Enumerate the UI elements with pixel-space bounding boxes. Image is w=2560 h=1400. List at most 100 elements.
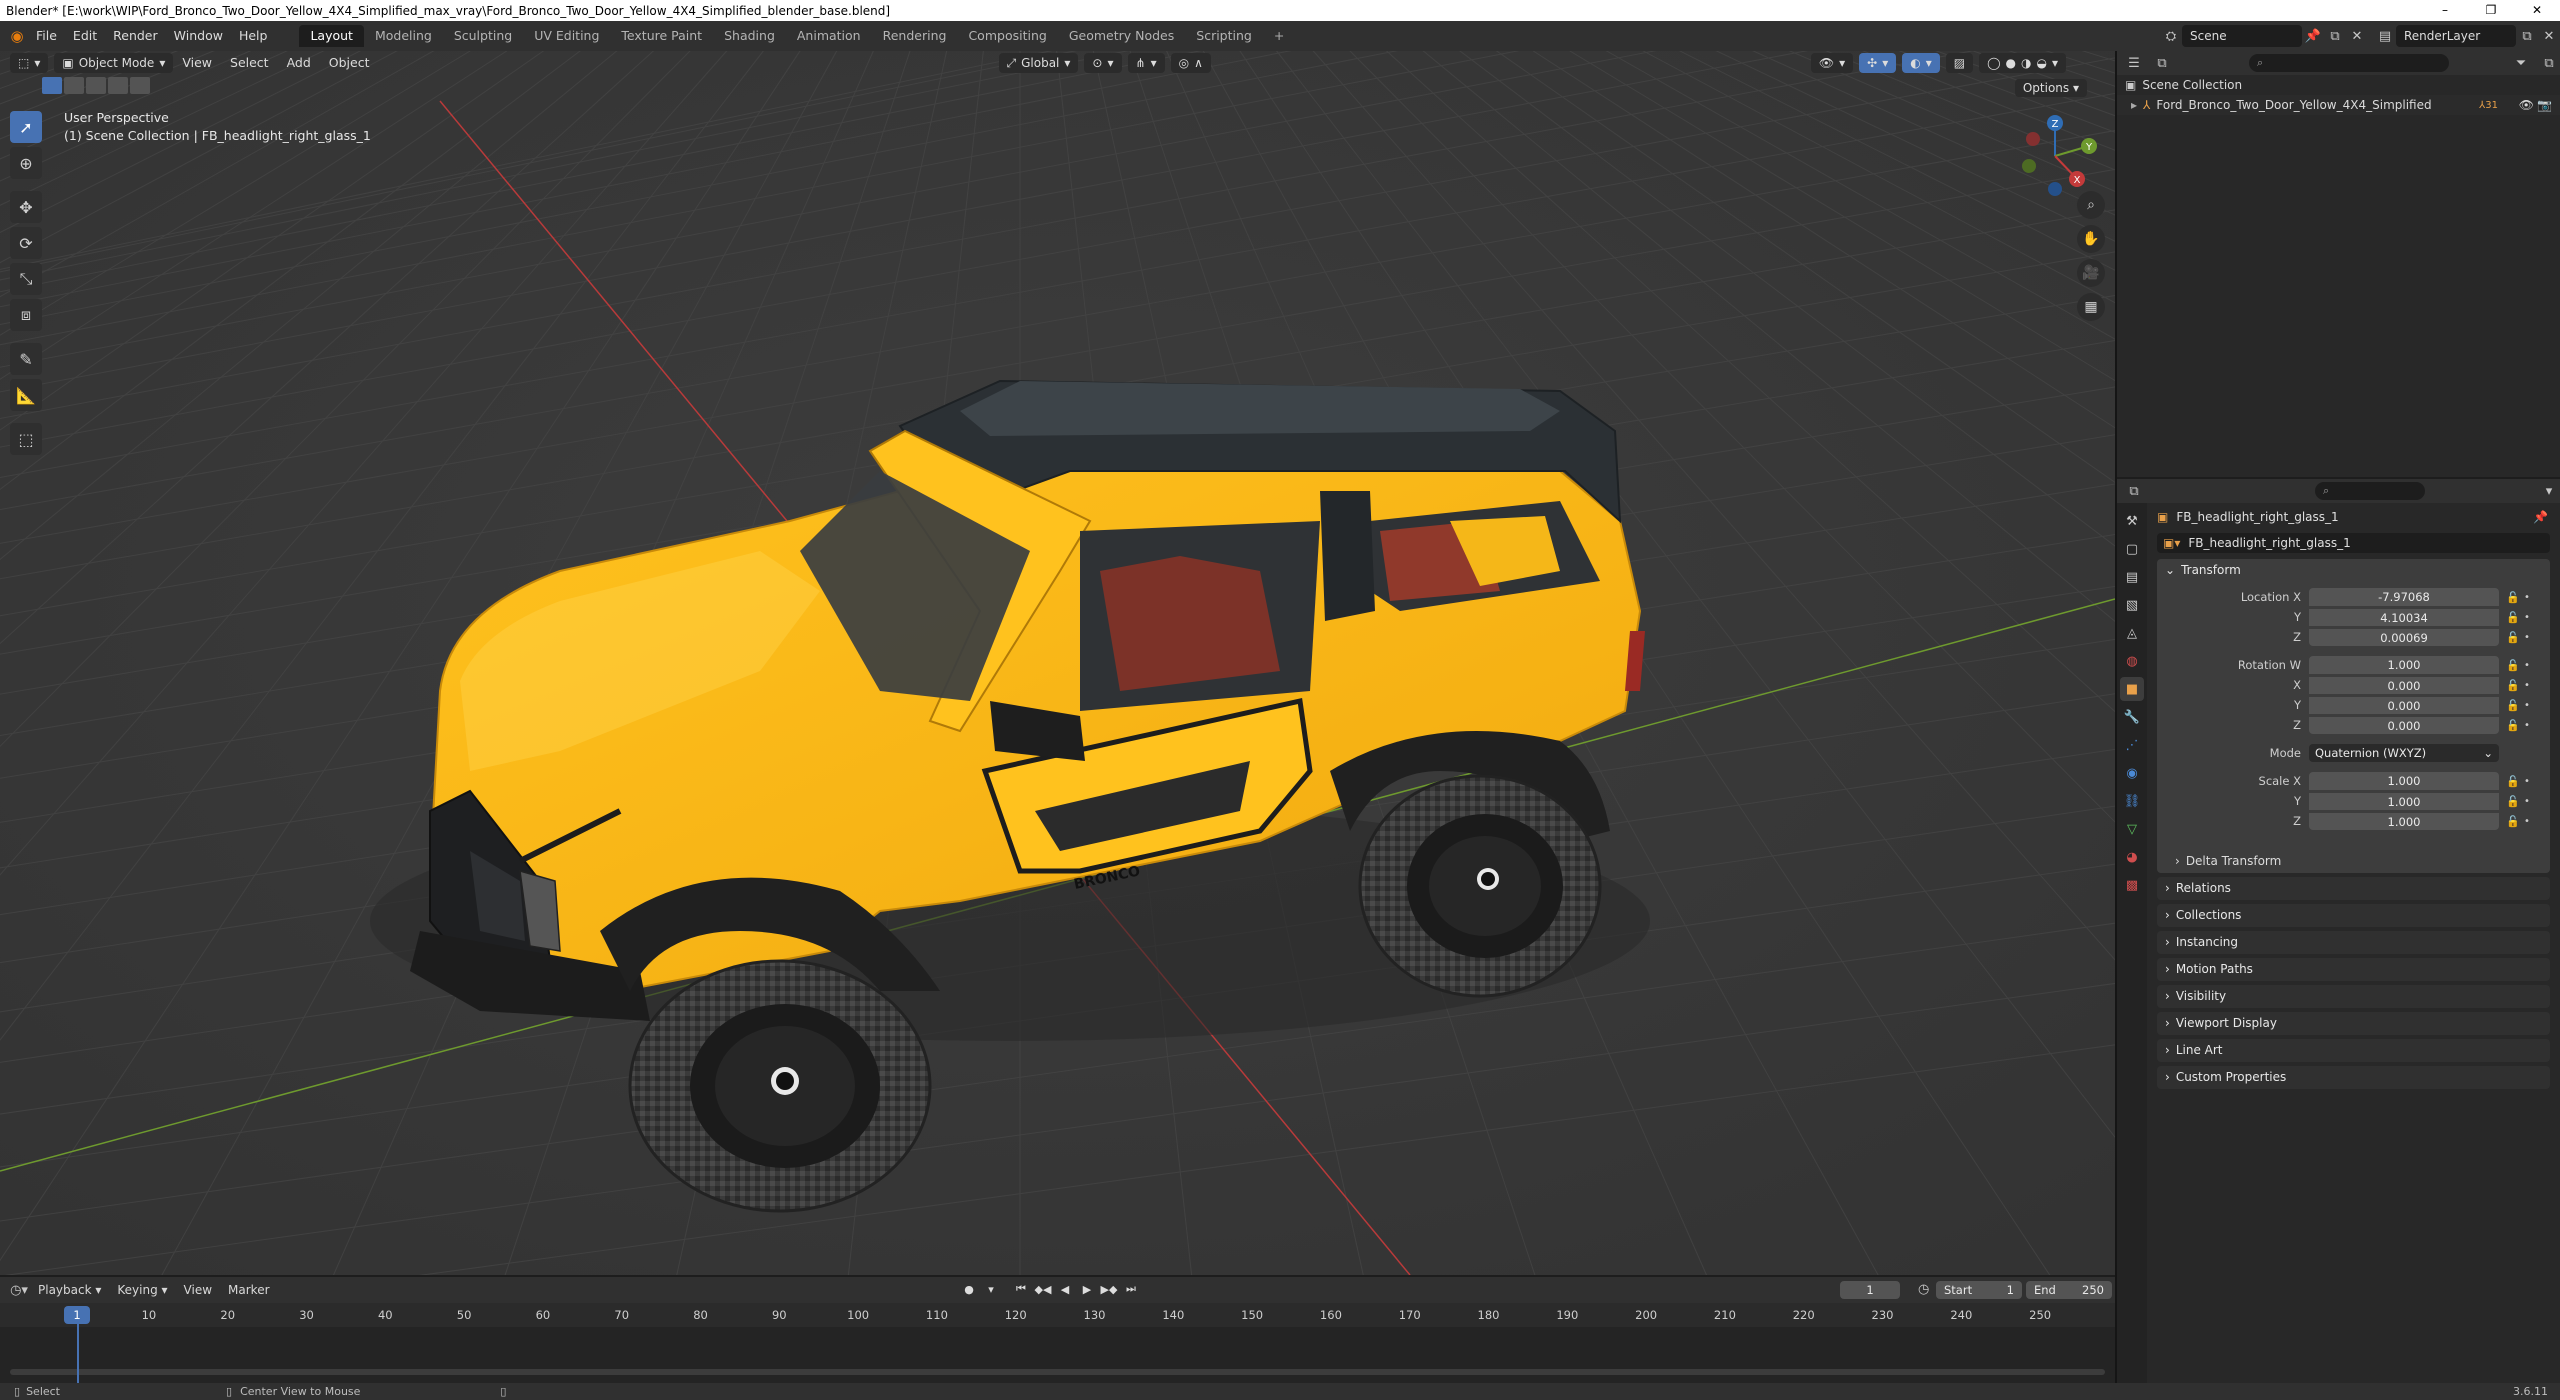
keyframe-dot-icon[interactable]: • bbox=[2521, 612, 2533, 623]
gizmo-neg-y[interactable] bbox=[2022, 159, 2036, 173]
transform-orientation-dropdown[interactable]: ⤢ Global ▾ bbox=[998, 53, 1079, 73]
visibility-panel[interactable]: › Visibility bbox=[2157, 985, 2550, 1007]
menu-window[interactable]: Window bbox=[166, 21, 231, 51]
properties-search-input[interactable]: ⌕ bbox=[2315, 482, 2425, 500]
timeline-editor-icon[interactable]: ◷▾ bbox=[8, 1279, 30, 1301]
lock-icon[interactable]: 🔓 bbox=[2505, 699, 2521, 712]
tab-modeling[interactable]: Modeling bbox=[364, 25, 443, 47]
object-menu[interactable]: Object bbox=[320, 51, 379, 75]
tab-render[interactable]: ▢ bbox=[2120, 537, 2144, 561]
gizmo-neg-x[interactable] bbox=[2026, 132, 2040, 146]
select-extend-button[interactable] bbox=[64, 77, 84, 94]
keyframe-dot-icon[interactable]: • bbox=[2521, 796, 2533, 807]
marker-menu[interactable]: Marker bbox=[220, 1283, 277, 1297]
jump-start-button[interactable]: ⏮ bbox=[1012, 1280, 1030, 1298]
rotation-z-field[interactable]: 0.000 bbox=[2309, 716, 2499, 734]
render-layer-field[interactable]: RenderLayer bbox=[2396, 25, 2516, 47]
visibility-dropdown[interactable]: 👁 ▾ bbox=[1810, 53, 1854, 73]
playback-menu[interactable]: Playback ▾ bbox=[30, 1283, 109, 1297]
outliner-row-scene-collection[interactable]: ▣ Scene Collection bbox=[2117, 75, 2560, 95]
end-frame-field[interactable]: End 250 bbox=[2026, 1281, 2112, 1299]
lock-icon[interactable]: 🔓 bbox=[2505, 659, 2521, 672]
menu-file[interactable]: File bbox=[28, 21, 65, 51]
menu-help[interactable]: Help bbox=[231, 21, 276, 51]
scale-x-field[interactable]: 1.000 bbox=[2309, 772, 2499, 790]
rotation-w-field[interactable]: 1.000 bbox=[2309, 656, 2499, 674]
transform-tool[interactable]: ⧈ bbox=[10, 299, 42, 331]
keyframe-dot-icon[interactable]: • bbox=[2521, 680, 2533, 691]
start-frame-field[interactable]: Start 1 bbox=[1936, 1281, 2022, 1299]
tab-constraints[interactable]: ⛓ bbox=[2120, 789, 2144, 813]
outliner-row-object[interactable]: ▸ ⅄ Ford_Bronco_Two_Door_Yellow_4X4_Simp… bbox=[2117, 95, 2560, 115]
tab-particles[interactable]: ⋰ bbox=[2120, 733, 2144, 757]
tab-layout[interactable]: Layout bbox=[299, 25, 364, 47]
cursor-tool[interactable]: ⊕ bbox=[10, 147, 42, 179]
relations-panel[interactable]: › Relations bbox=[2157, 877, 2550, 899]
maximize-button[interactable]: ❐ bbox=[2468, 0, 2514, 21]
select-invert-button[interactable] bbox=[108, 77, 128, 94]
tab-data[interactable]: ▽ bbox=[2120, 817, 2144, 841]
keyframe-dot-icon[interactable]: • bbox=[2521, 776, 2533, 787]
expand-arrow-icon[interactable]: ▸ bbox=[2131, 98, 2137, 112]
rotate-tool[interactable]: ⟳ bbox=[10, 227, 42, 259]
tab-world[interactable]: ◍ bbox=[2120, 649, 2144, 673]
delete-scene-icon[interactable]: ✕ bbox=[2346, 25, 2368, 47]
rotation-y-field[interactable]: 0.000 bbox=[2309, 696, 2499, 714]
lock-icon[interactable]: 🔓 bbox=[2505, 795, 2521, 808]
transform-panel-header[interactable]: ⌄ Transform bbox=[2157, 559, 2550, 581]
tab-texture[interactable]: ▩ bbox=[2120, 873, 2144, 897]
tab-animation[interactable]: Animation bbox=[786, 25, 872, 47]
next-keyframe-button[interactable]: ▶◆ bbox=[1100, 1280, 1118, 1298]
tab-tool[interactable]: ⚒ bbox=[2120, 509, 2144, 533]
location-y-field[interactable]: 4.10034 bbox=[2309, 608, 2499, 626]
delete-layer-icon[interactable]: ✕ bbox=[2538, 25, 2560, 47]
collections-panel[interactable]: › Collections bbox=[2157, 904, 2550, 926]
editor-type-button[interactable]: ⬚ ▾ bbox=[10, 53, 49, 73]
new-layer-icon[interactable]: ⧉ bbox=[2516, 25, 2538, 47]
keyframe-dot-icon[interactable]: • bbox=[2521, 700, 2533, 711]
select-intersect-button[interactable] bbox=[130, 77, 150, 94]
rotation-x-field[interactable]: 0.000 bbox=[2309, 676, 2499, 694]
custom-properties-panel[interactable]: › Custom Properties bbox=[2157, 1066, 2550, 1088]
annotate-tool[interactable]: ✎ bbox=[10, 343, 42, 375]
blender-logo-icon[interactable]: ◉ bbox=[6, 25, 28, 47]
tab-modifiers[interactable]: 🔧 bbox=[2120, 705, 2144, 729]
location-x-field[interactable]: -7.97068 bbox=[2309, 588, 2499, 606]
rotation-mode-dropdown[interactable]: Quaternion (WXYZ) ⌄ bbox=[2309, 744, 2499, 762]
keyframe-dot-icon[interactable]: • bbox=[2521, 660, 2533, 671]
prev-keyframe-button[interactable]: ◆◀ bbox=[1034, 1280, 1052, 1298]
object-name-field[interactable]: ▣▾ FB_headlight_right_glass_1 bbox=[2157, 533, 2550, 553]
select-subtract-button[interactable] bbox=[86, 77, 106, 94]
tab-shading[interactable]: Shading bbox=[713, 25, 786, 47]
viewport-display-panel[interactable]: › Viewport Display bbox=[2157, 1012, 2550, 1034]
line-art-panel[interactable]: › Line Art bbox=[2157, 1039, 2550, 1061]
view-menu[interactable]: View bbox=[173, 51, 221, 75]
keying-menu[interactable]: Keying ▾ bbox=[109, 1283, 175, 1297]
object-mode-dropdown[interactable]: ▣ Object Mode ▾ bbox=[54, 53, 174, 73]
keyframe-dot-icon[interactable]: • bbox=[2521, 816, 2533, 827]
gizmo-toggle[interactable]: ✣ ▾ bbox=[1859, 53, 1897, 73]
lock-icon[interactable]: 🔓 bbox=[2505, 815, 2521, 828]
pin-icon[interactable]: 📌 bbox=[2533, 510, 2548, 524]
tab-compositing[interactable]: Compositing bbox=[957, 25, 1057, 47]
add-workspace-button[interactable]: + bbox=[1263, 25, 1295, 47]
tab-output[interactable]: ▤ bbox=[2120, 565, 2144, 589]
camera-view-button[interactable]: 🎥 bbox=[2077, 259, 2105, 287]
scene-field[interactable]: Scene bbox=[2182, 25, 2302, 47]
tab-uv-editing[interactable]: UV Editing bbox=[523, 25, 610, 47]
clock-icon[interactable]: ◷ bbox=[1918, 1282, 1929, 1297]
keyframe-dot-icon[interactable]: • bbox=[2521, 632, 2533, 643]
delta-transform-subpanel[interactable]: › Delta Transform bbox=[2157, 849, 2550, 873]
menu-render[interactable]: Render bbox=[105, 21, 166, 51]
current-frame-field[interactable]: 1 bbox=[1840, 1281, 1900, 1299]
keyframe-dot-icon[interactable]: • bbox=[2521, 720, 2533, 731]
timeline-track-area[interactable] bbox=[0, 1327, 2115, 1383]
properties-options-icon[interactable]: ▾ bbox=[2538, 480, 2560, 502]
minimize-button[interactable]: – bbox=[2422, 0, 2468, 21]
overlay-toggle[interactable]: ◐ ▾ bbox=[1902, 53, 1940, 73]
tab-scripting[interactable]: Scripting bbox=[1185, 25, 1263, 47]
tab-scene[interactable]: ◬ bbox=[2120, 621, 2144, 645]
select-box-tool[interactable]: ➚ bbox=[10, 111, 42, 143]
close-button[interactable]: ✕ bbox=[2514, 0, 2560, 21]
instancing-panel[interactable]: › Instancing bbox=[2157, 931, 2550, 953]
